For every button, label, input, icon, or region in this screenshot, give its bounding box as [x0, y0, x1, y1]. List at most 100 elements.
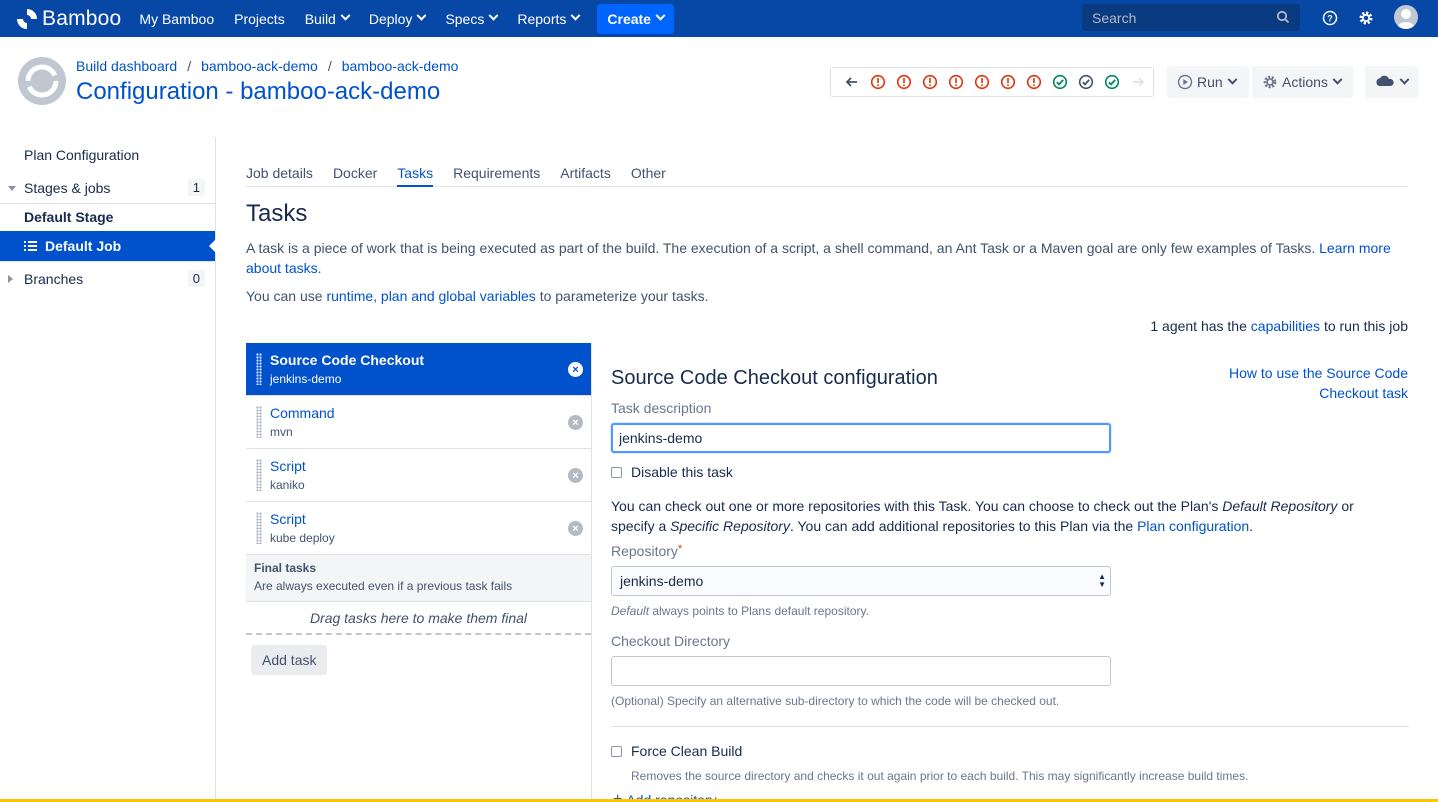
task-name: Source Code Checkout: [270, 352, 425, 368]
para-text: . You can add additional repositories to…: [789, 518, 1134, 534]
disable-task-row[interactable]: Disable this task: [611, 464, 733, 480]
sidebar-item-default-job[interactable]: Default Job: [0, 231, 216, 261]
search-box[interactable]: [1082, 4, 1300, 31]
page-header: Build dashboard / bamboo-ack-demo / bamb…: [0, 37, 1438, 137]
build-failed-icon[interactable]: [917, 74, 943, 90]
nav-deploy-label: Deploy: [368, 10, 413, 27]
nav-build[interactable]: Build: [295, 0, 359, 37]
settings-gear-icon[interactable]: [1357, 8, 1375, 28]
plan-tools-button[interactable]: [1365, 66, 1418, 98]
section-title: Tasks: [246, 200, 308, 227]
task-name: Script: [270, 511, 306, 527]
expand-triangle-icon[interactable]: [8, 185, 16, 191]
add-task-button[interactable]: Add task: [251, 645, 328, 675]
cloud-tools-icon: [1376, 75, 1394, 86]
delete-task-icon[interactable]: ×: [568, 415, 583, 430]
task-item-script-kube-deploy[interactable]: Script kube deploy ×: [246, 502, 591, 555]
task-item-source-code-checkout[interactable]: Source Code Checkout jenkins-demo ×: [246, 343, 591, 396]
variables-note: You can use runtime, plan and global var…: [246, 288, 709, 304]
delete-task-icon[interactable]: ×: [568, 468, 583, 483]
nav-reports[interactable]: Reports: [507, 0, 589, 37]
drag-handle-icon[interactable]: [256, 406, 262, 438]
sidebar-divider: [0, 261, 215, 262]
build-failed-icon[interactable]: [943, 74, 969, 90]
nav-projects[interactable]: Projects: [224, 0, 295, 37]
repository-selected-value: jenkins-demo: [620, 573, 704, 589]
sidebar-item-branches[interactable]: Branches 0: [0, 264, 215, 294]
task-configuration-panel: Source Code Checkout configuration How t…: [591, 343, 1438, 802]
how-to-use-link[interactable]: How to use the Source Code Checkout task: [1208, 363, 1408, 403]
build-success-icon[interactable]: [1047, 74, 1073, 90]
drag-handle-icon[interactable]: [256, 459, 262, 491]
breadcrumb-plan[interactable]: bamboo-ack-demo: [342, 58, 459, 74]
variables-link[interactable]: runtime, plan and global variables: [326, 288, 535, 304]
task-description: mvn: [270, 425, 293, 439]
search-input[interactable]: [1092, 9, 1272, 26]
capabilities-link[interactable]: capabilities: [1251, 318, 1320, 334]
nav-deploy[interactable]: Deploy: [359, 0, 436, 37]
sidebar-item-label: Default Job: [45, 238, 122, 254]
run-button[interactable]: Run: [1167, 66, 1249, 98]
sidebar-item-plan-configuration[interactable]: Plan Configuration: [0, 140, 215, 170]
chevron-down-icon: [1399, 74, 1410, 85]
disable-task-checkbox[interactable]: [611, 466, 622, 478]
actions-button[interactable]: Actions: [1252, 66, 1353, 98]
tab-tasks[interactable]: Tasks: [397, 158, 434, 187]
history-forward-icon: [1125, 75, 1151, 89]
tab-job-details[interactable]: Job details: [246, 158, 313, 187]
checkout-directory-label: Checkout Directory: [611, 633, 731, 649]
sidebar-item-stages-jobs[interactable]: Stages & jobs 1: [0, 173, 215, 203]
agent-prefix: 1 agent has the: [1150, 318, 1247, 334]
tab-artifacts[interactable]: Artifacts: [560, 158, 611, 187]
repository-label: Repository*: [611, 543, 682, 559]
repository-select[interactable]: jenkins-demo ▲ ▼: [611, 566, 1111, 596]
tab-docker[interactable]: Docker: [333, 158, 377, 187]
build-success-icon[interactable]: [1099, 74, 1125, 90]
actions-button-label: Actions: [1282, 74, 1328, 90]
page-title: Configuration - bamboo-ack-demo: [76, 78, 441, 105]
collapse-triangle-icon[interactable]: [8, 275, 13, 283]
config-title: Source Code Checkout configuration: [611, 367, 938, 389]
sidebar-item-label: Branches: [24, 271, 84, 287]
stages-count-badge: 1: [187, 179, 205, 196]
nav-specs[interactable]: Specs: [435, 0, 507, 37]
para-emphasis: Default Repository: [1222, 498, 1338, 514]
nav-my-bamboo[interactable]: My Bamboo: [129, 0, 224, 37]
chevron-down-icon: [488, 10, 499, 21]
active-pointer: [209, 239, 216, 253]
drag-handle-icon[interactable]: [256, 353, 262, 385]
checkout-directory-input[interactable]: [611, 656, 1111, 686]
task-description-input[interactable]: [611, 423, 1111, 453]
task-item-script-kaniko[interactable]: Script kaniko ×: [246, 449, 591, 502]
build-failed-icon[interactable]: [891, 74, 917, 90]
task-item-command[interactable]: Command mvn ×: [246, 396, 591, 449]
drag-handle-icon[interactable]: [256, 512, 262, 544]
build-failed-icon[interactable]: [865, 74, 891, 90]
build-failed-icon[interactable]: [1021, 74, 1047, 90]
tab-other[interactable]: Other: [631, 158, 666, 187]
breadcrumb-project[interactable]: bamboo-ack-demo: [201, 58, 318, 74]
sidebar-item-default-stage[interactable]: Default Stage: [0, 203, 215, 231]
repository-label-text: Repository: [611, 543, 678, 559]
hint-text: always points to Plans default repositor…: [652, 604, 869, 618]
force-clean-build-hint: Removes the source directory and checks …: [631, 769, 1249, 783]
tab-requirements[interactable]: Requirements: [453, 158, 540, 187]
force-clean-build-row[interactable]: Force Clean Build: [611, 743, 742, 759]
help-icon[interactable]: ?: [1322, 8, 1338, 28]
breadcrumb-build-dashboard[interactable]: Build dashboard: [76, 58, 177, 74]
job-tabs: Job details Docker Tasks Requirements Ar…: [246, 158, 1408, 187]
delete-task-icon[interactable]: ×: [568, 521, 583, 536]
user-avatar[interactable]: [1394, 5, 1418, 29]
build-failed-icon[interactable]: [969, 74, 995, 90]
build-success-icon[interactable]: [1073, 74, 1099, 90]
create-button[interactable]: Create: [597, 3, 674, 34]
top-navigation: Bamboo My Bamboo Projects Build Deploy S…: [0, 0, 1438, 37]
delete-task-icon[interactable]: ×: [568, 362, 583, 377]
force-clean-build-checkbox[interactable]: [611, 745, 622, 757]
final-tasks-dropzone[interactable]: Drag tasks here to make them final: [246, 602, 591, 635]
history-back-icon[interactable]: [839, 75, 865, 89]
build-failed-icon[interactable]: [995, 74, 1021, 90]
bamboo-logo[interactable]: Bamboo: [16, 7, 121, 31]
plan-configuration-link[interactable]: Plan configuration: [1137, 518, 1249, 534]
chevron-down-icon: [416, 10, 427, 21]
